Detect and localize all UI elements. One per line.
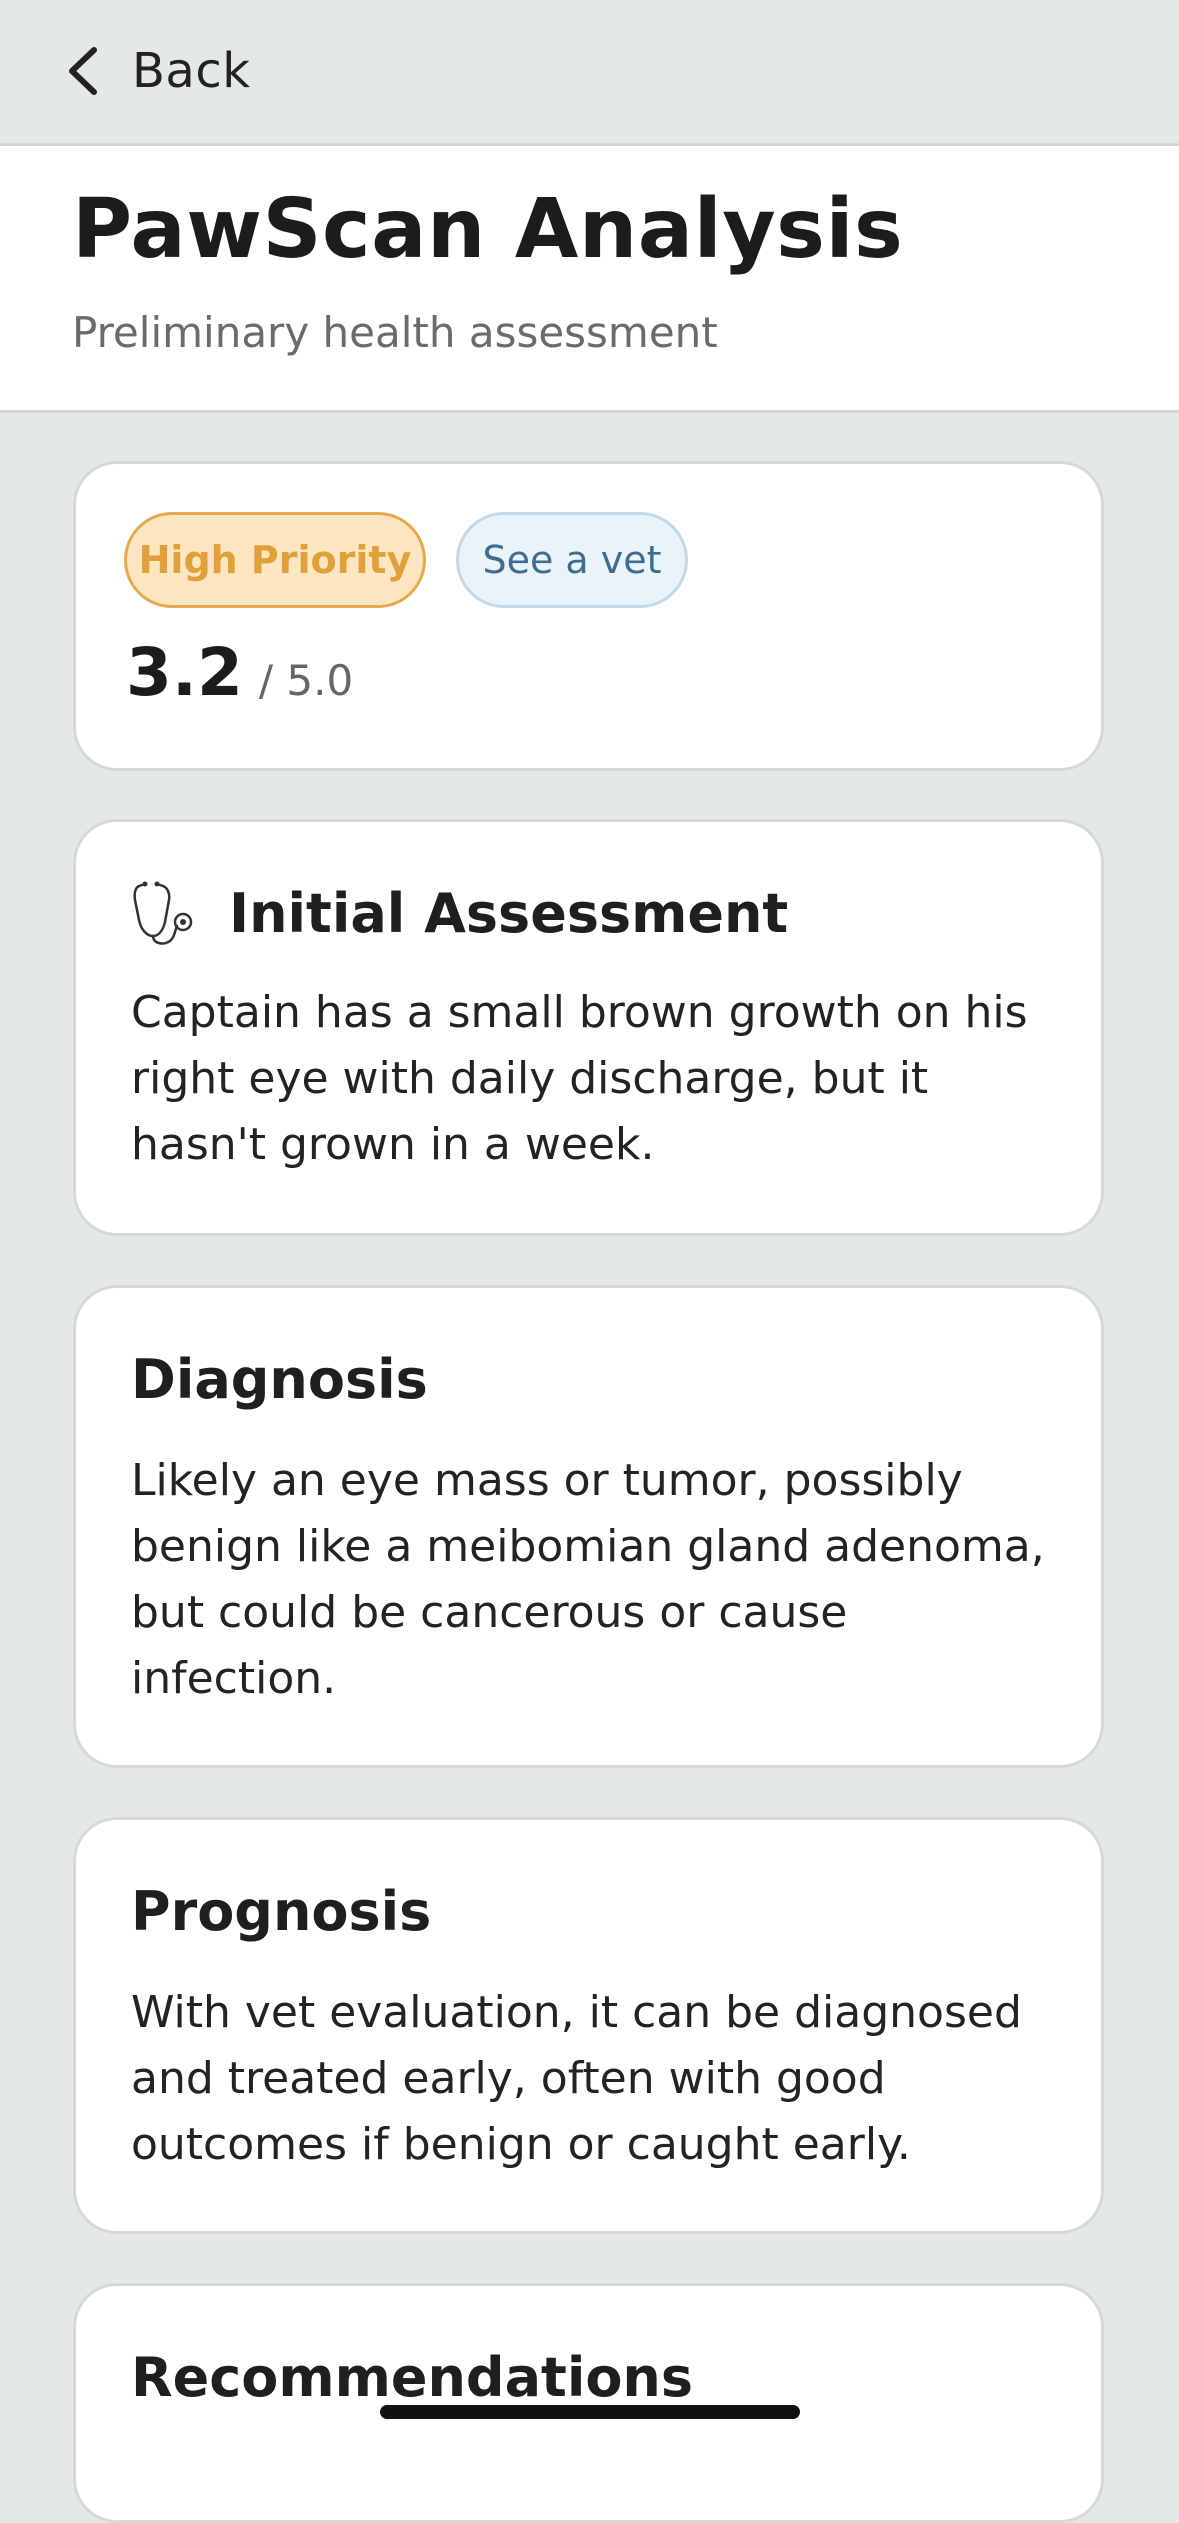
initial-assessment-text: Captain has a small brown growth on his … (131, 987, 1028, 1170)
back-label: Back (132, 43, 251, 99)
see-vet-badge: See a vet (456, 512, 688, 608)
prognosis-text: With vet evaluation, it can be diagnosed… (131, 1987, 1022, 2170)
score-value: 3.2 (126, 634, 243, 711)
prognosis-title: Prognosis (131, 1880, 432, 1943)
initial-assessment-header: Initial Assessment (131, 878, 788, 948)
stethoscope-icon (133, 881, 193, 945)
health-score: 3.2 / 5.0 (126, 634, 353, 711)
initial-assessment-title: Initial Assessment (229, 881, 789, 945)
priority-badge: High Priority (124, 512, 426, 608)
recommendations-card: Recommendations (73, 2283, 1104, 2523)
home-indicator[interactable] (380, 2405, 800, 2419)
chevron-left-icon (69, 47, 97, 95)
diagnosis-card: Diagnosis Likely an eye mass or tumor, p… (73, 1285, 1104, 1768)
initial-assessment-card: Initial Assessment Captain has a small b… (73, 819, 1104, 1236)
recommendations-title: Recommendations (131, 2346, 694, 2409)
score-max: / 5.0 (258, 656, 354, 705)
page-subtitle: Preliminary health assessment (72, 308, 718, 357)
diagnosis-title: Diagnosis (131, 1348, 428, 1411)
page-header: PawScan Analysis Preliminary health asse… (0, 146, 1179, 413)
page-title: PawScan Analysis (72, 182, 904, 277)
score-card: High Priority See a vet 3.2 / 5.0 (73, 461, 1104, 771)
prognosis-card: Prognosis With vet evaluation, it can be… (73, 1817, 1104, 2234)
back-button[interactable]: Back (62, 36, 251, 106)
top-bar: Back (0, 0, 1179, 146)
diagnosis-text: Likely an eye mass or tumor, possibly be… (131, 1455, 1045, 1704)
